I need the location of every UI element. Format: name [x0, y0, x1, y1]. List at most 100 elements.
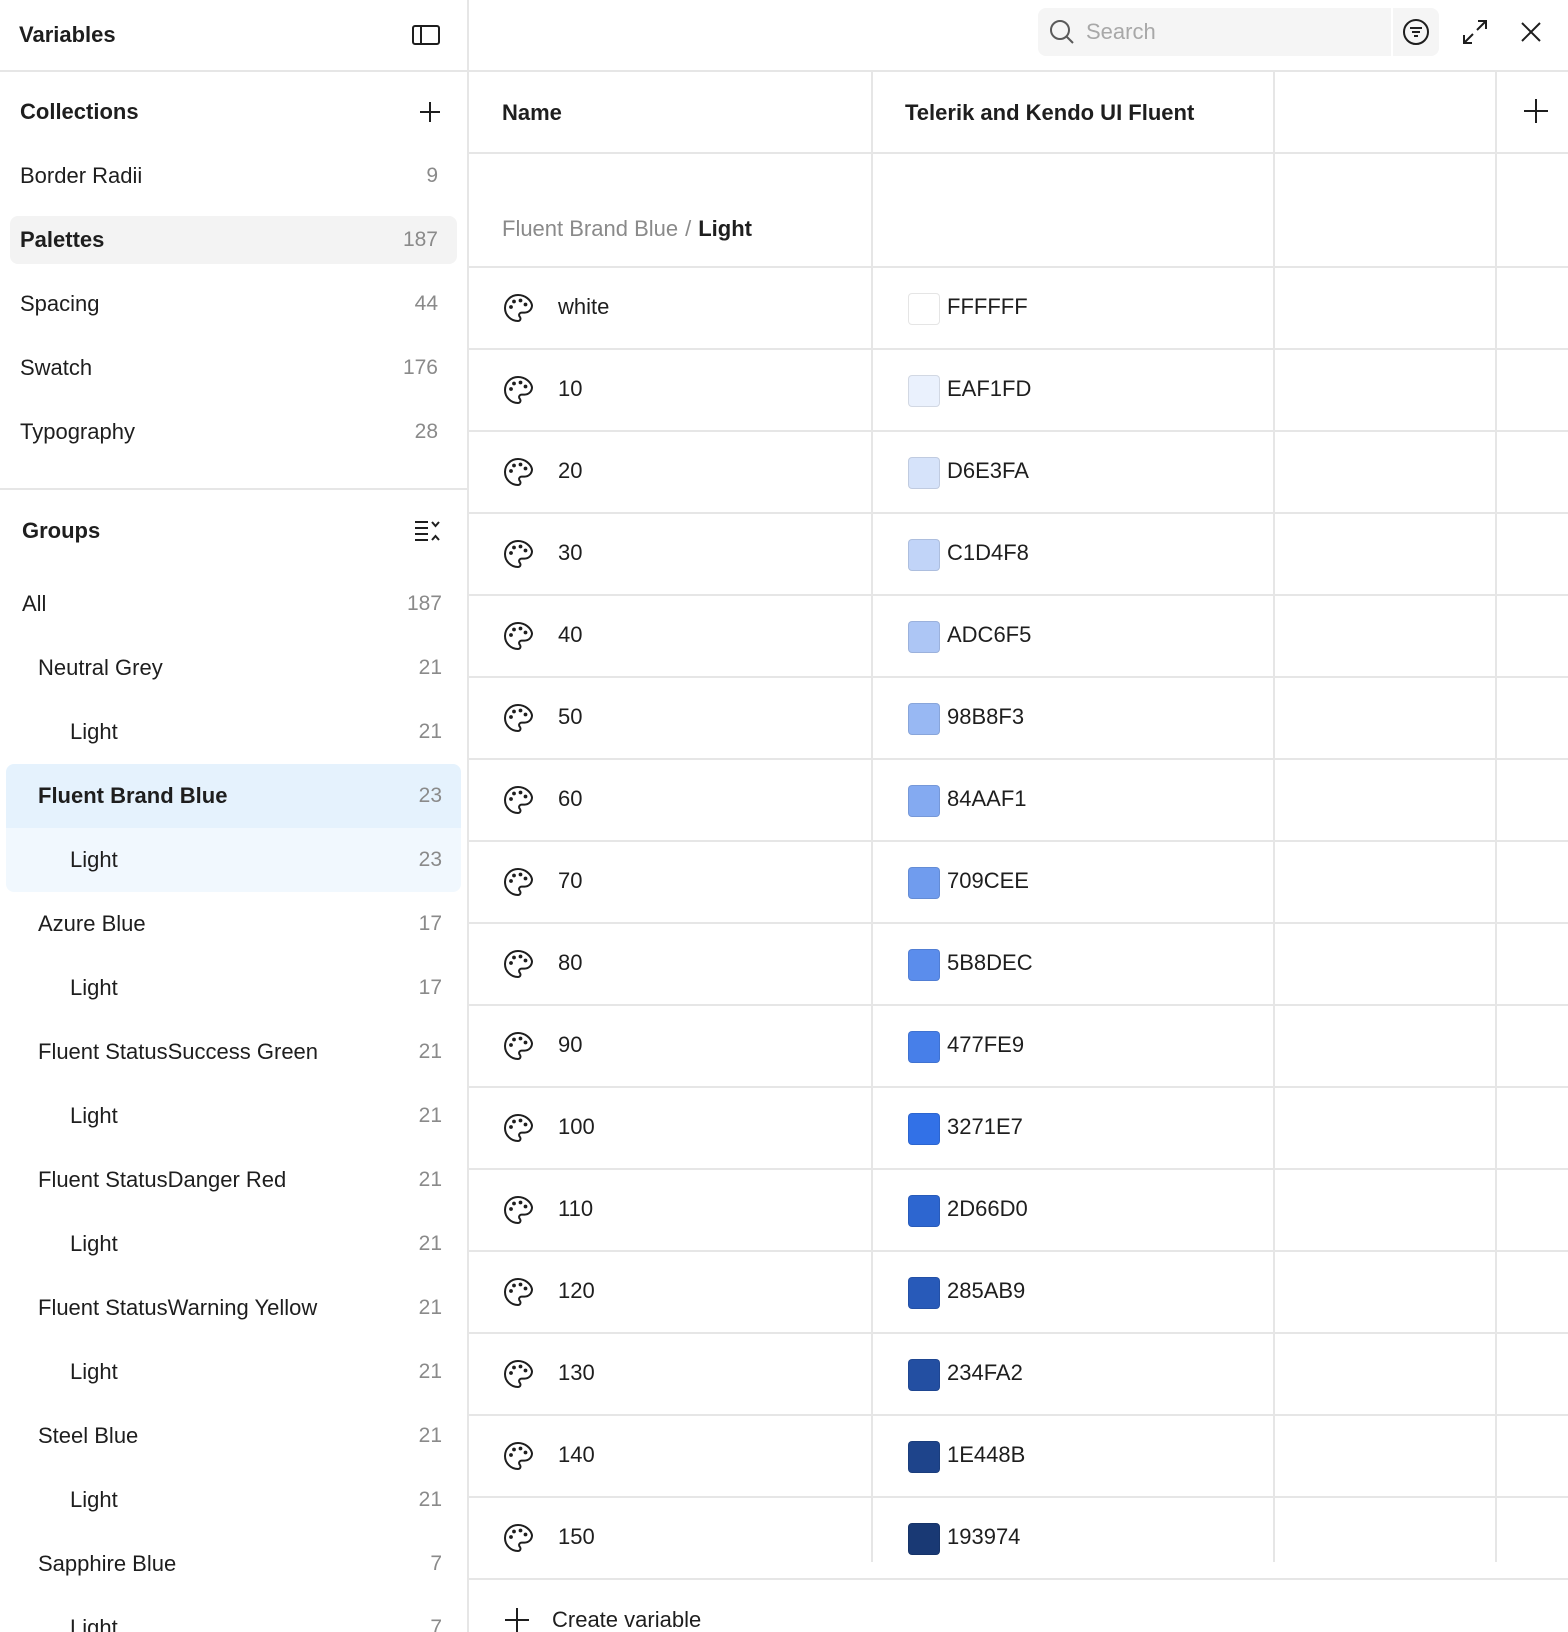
- plus-icon: [505, 1608, 529, 1632]
- color-hex-value[interactable]: 1E448B: [947, 1442, 1025, 1468]
- table-row[interactable]: 60 84AAF1: [469, 760, 1568, 842]
- table-row[interactable]: 100 3271E7: [469, 1088, 1568, 1170]
- color-hex-value[interactable]: 5B8DEC: [947, 950, 1033, 976]
- variable-name[interactable]: 130: [558, 1360, 595, 1386]
- collection-item-spacing[interactable]: Spacing 44: [10, 280, 457, 328]
- color-swatch[interactable]: [908, 703, 940, 735]
- color-hex-value[interactable]: 709CEE: [947, 868, 1029, 894]
- color-swatch[interactable]: [908, 1277, 940, 1309]
- group-item-neutral-grey[interactable]: Neutral Grey 21: [6, 636, 461, 700]
- color-hex-value[interactable]: EAF1FD: [947, 376, 1031, 402]
- color-swatch[interactable]: [908, 457, 940, 489]
- group-item-neutral-grey-light[interactable]: Light 21: [6, 700, 461, 764]
- color-hex-value[interactable]: ADC6F5: [947, 622, 1031, 648]
- group-item-steel-blue-light[interactable]: Light 21: [6, 1468, 461, 1532]
- color-hex-value[interactable]: 477FE9: [947, 1032, 1024, 1058]
- group-item-status-success-green[interactable]: Fluent StatusSuccess Green 21: [6, 1020, 461, 1084]
- variable-name[interactable]: 50: [558, 704, 582, 730]
- color-swatch[interactable]: [908, 1195, 940, 1227]
- column-header-mode[interactable]: Telerik and Kendo UI Fluent: [905, 72, 1194, 154]
- group-item-azure-blue-light[interactable]: Light 17: [6, 956, 461, 1020]
- color-swatch[interactable]: [908, 867, 940, 899]
- variable-name[interactable]: 140: [558, 1442, 595, 1468]
- variable-name[interactable]: 90: [558, 1032, 582, 1058]
- add-mode-button[interactable]: [1519, 94, 1553, 128]
- collection-item-typography[interactable]: Typography 28: [10, 408, 457, 456]
- variable-name[interactable]: 100: [558, 1114, 595, 1140]
- color-hex-value[interactable]: FFFFFF: [947, 294, 1028, 320]
- group-item-status-warning-yellow-light[interactable]: Light 21: [6, 1340, 461, 1404]
- create-variable-button[interactable]: Create variable: [469, 1580, 1568, 1632]
- table-row[interactable]: 130 234FA2: [469, 1334, 1568, 1416]
- color-swatch[interactable]: [908, 1523, 940, 1555]
- search-input[interactable]: [1086, 19, 1376, 45]
- group-item-sapphire-blue-light[interactable]: Light 7: [6, 1596, 461, 1632]
- color-swatch[interactable]: [908, 293, 940, 325]
- group-item-all[interactable]: All 187: [6, 572, 461, 636]
- color-hex-value[interactable]: 193974: [947, 1524, 1020, 1550]
- group-item-fluent-brand-blue[interactable]: Fluent Brand Blue 23: [6, 764, 461, 828]
- table-row[interactable]: 140 1E448B: [469, 1416, 1568, 1498]
- group-item-status-warning-yellow[interactable]: Fluent StatusWarning Yellow 21: [6, 1276, 461, 1340]
- close-icon[interactable]: [1515, 16, 1547, 48]
- table-row[interactable]: 150 193974: [469, 1498, 1568, 1580]
- table-row[interactable]: 20 D6E3FA: [469, 432, 1568, 514]
- variable-name[interactable]: 120: [558, 1278, 595, 1304]
- variable-name[interactable]: 80: [558, 950, 582, 976]
- color-swatch[interactable]: [908, 539, 940, 571]
- group-item-status-danger-red[interactable]: Fluent StatusDanger Red 21: [6, 1148, 461, 1212]
- table-row[interactable]: 110 2D66D0: [469, 1170, 1568, 1252]
- collection-item-border-radii[interactable]: Border Radii 9: [10, 152, 457, 200]
- group-item-steel-blue[interactable]: Steel Blue 21: [6, 1404, 461, 1468]
- color-swatch[interactable]: [908, 1031, 940, 1063]
- group-label: Light: [70, 719, 118, 744]
- variable-name[interactable]: 30: [558, 540, 582, 566]
- color-swatch[interactable]: [908, 375, 940, 407]
- variable-name[interactable]: white: [558, 294, 609, 320]
- table-row[interactable]: 10 EAF1FD: [469, 350, 1568, 432]
- variable-name[interactable]: 20: [558, 458, 582, 484]
- collection-item-palettes[interactable]: Palettes 187: [10, 216, 457, 264]
- color-swatch[interactable]: [908, 1441, 940, 1473]
- expand-icon[interactable]: [1459, 16, 1491, 48]
- collapse-list-icon[interactable]: [413, 518, 441, 544]
- filter-button[interactable]: [1391, 8, 1439, 56]
- variable-name[interactable]: 60: [558, 786, 582, 812]
- table-row[interactable]: 90 477FE9: [469, 1006, 1568, 1088]
- color-hex-value[interactable]: 98B8F3: [947, 704, 1024, 730]
- column-header-name[interactable]: Name: [502, 72, 562, 154]
- color-swatch[interactable]: [908, 949, 940, 981]
- color-hex-value[interactable]: 285AB9: [947, 1278, 1025, 1304]
- table-row[interactable]: 40 ADC6F5: [469, 596, 1568, 678]
- table-row[interactable]: 30 C1D4F8: [469, 514, 1568, 596]
- table-row[interactable]: white FFFFFF: [469, 268, 1568, 350]
- table-row[interactable]: 70 709CEE: [469, 842, 1568, 924]
- sidebar-toggle-icon[interactable]: [411, 23, 441, 47]
- group-count: 21: [418, 1296, 442, 1319]
- variable-name[interactable]: 40: [558, 622, 582, 648]
- table-row[interactable]: 80 5B8DEC: [469, 924, 1568, 1006]
- group-item-fluent-brand-blue-light[interactable]: Light 23: [6, 828, 461, 892]
- color-hex-value[interactable]: 3271E7: [947, 1114, 1023, 1140]
- color-swatch[interactable]: [908, 621, 940, 653]
- table-row[interactable]: 50 98B8F3: [469, 678, 1568, 760]
- variable-name[interactable]: 70: [558, 868, 582, 894]
- collection-item-swatch[interactable]: Swatch 176: [10, 344, 457, 392]
- color-hex-value[interactable]: D6E3FA: [947, 458, 1029, 484]
- color-hex-value[interactable]: 84AAF1: [947, 786, 1027, 812]
- group-item-status-danger-red-light[interactable]: Light 21: [6, 1212, 461, 1276]
- variable-name[interactable]: 10: [558, 376, 582, 402]
- color-swatch[interactable]: [908, 1113, 940, 1145]
- variable-name[interactable]: 110: [558, 1196, 593, 1222]
- group-item-azure-blue[interactable]: Azure Blue 17: [6, 892, 461, 956]
- color-hex-value[interactable]: 2D66D0: [947, 1196, 1028, 1222]
- group-item-status-success-green-light[interactable]: Light 21: [6, 1084, 461, 1148]
- color-hex-value[interactable]: C1D4F8: [947, 540, 1029, 566]
- color-swatch[interactable]: [908, 1359, 940, 1391]
- color-swatch[interactable]: [908, 785, 940, 817]
- color-hex-value[interactable]: 234FA2: [947, 1360, 1023, 1386]
- add-collection-button[interactable]: [419, 101, 441, 123]
- group-item-sapphire-blue[interactable]: Sapphire Blue 7: [6, 1532, 461, 1596]
- table-row[interactable]: 120 285AB9: [469, 1252, 1568, 1334]
- variable-name[interactable]: 150: [558, 1524, 595, 1550]
